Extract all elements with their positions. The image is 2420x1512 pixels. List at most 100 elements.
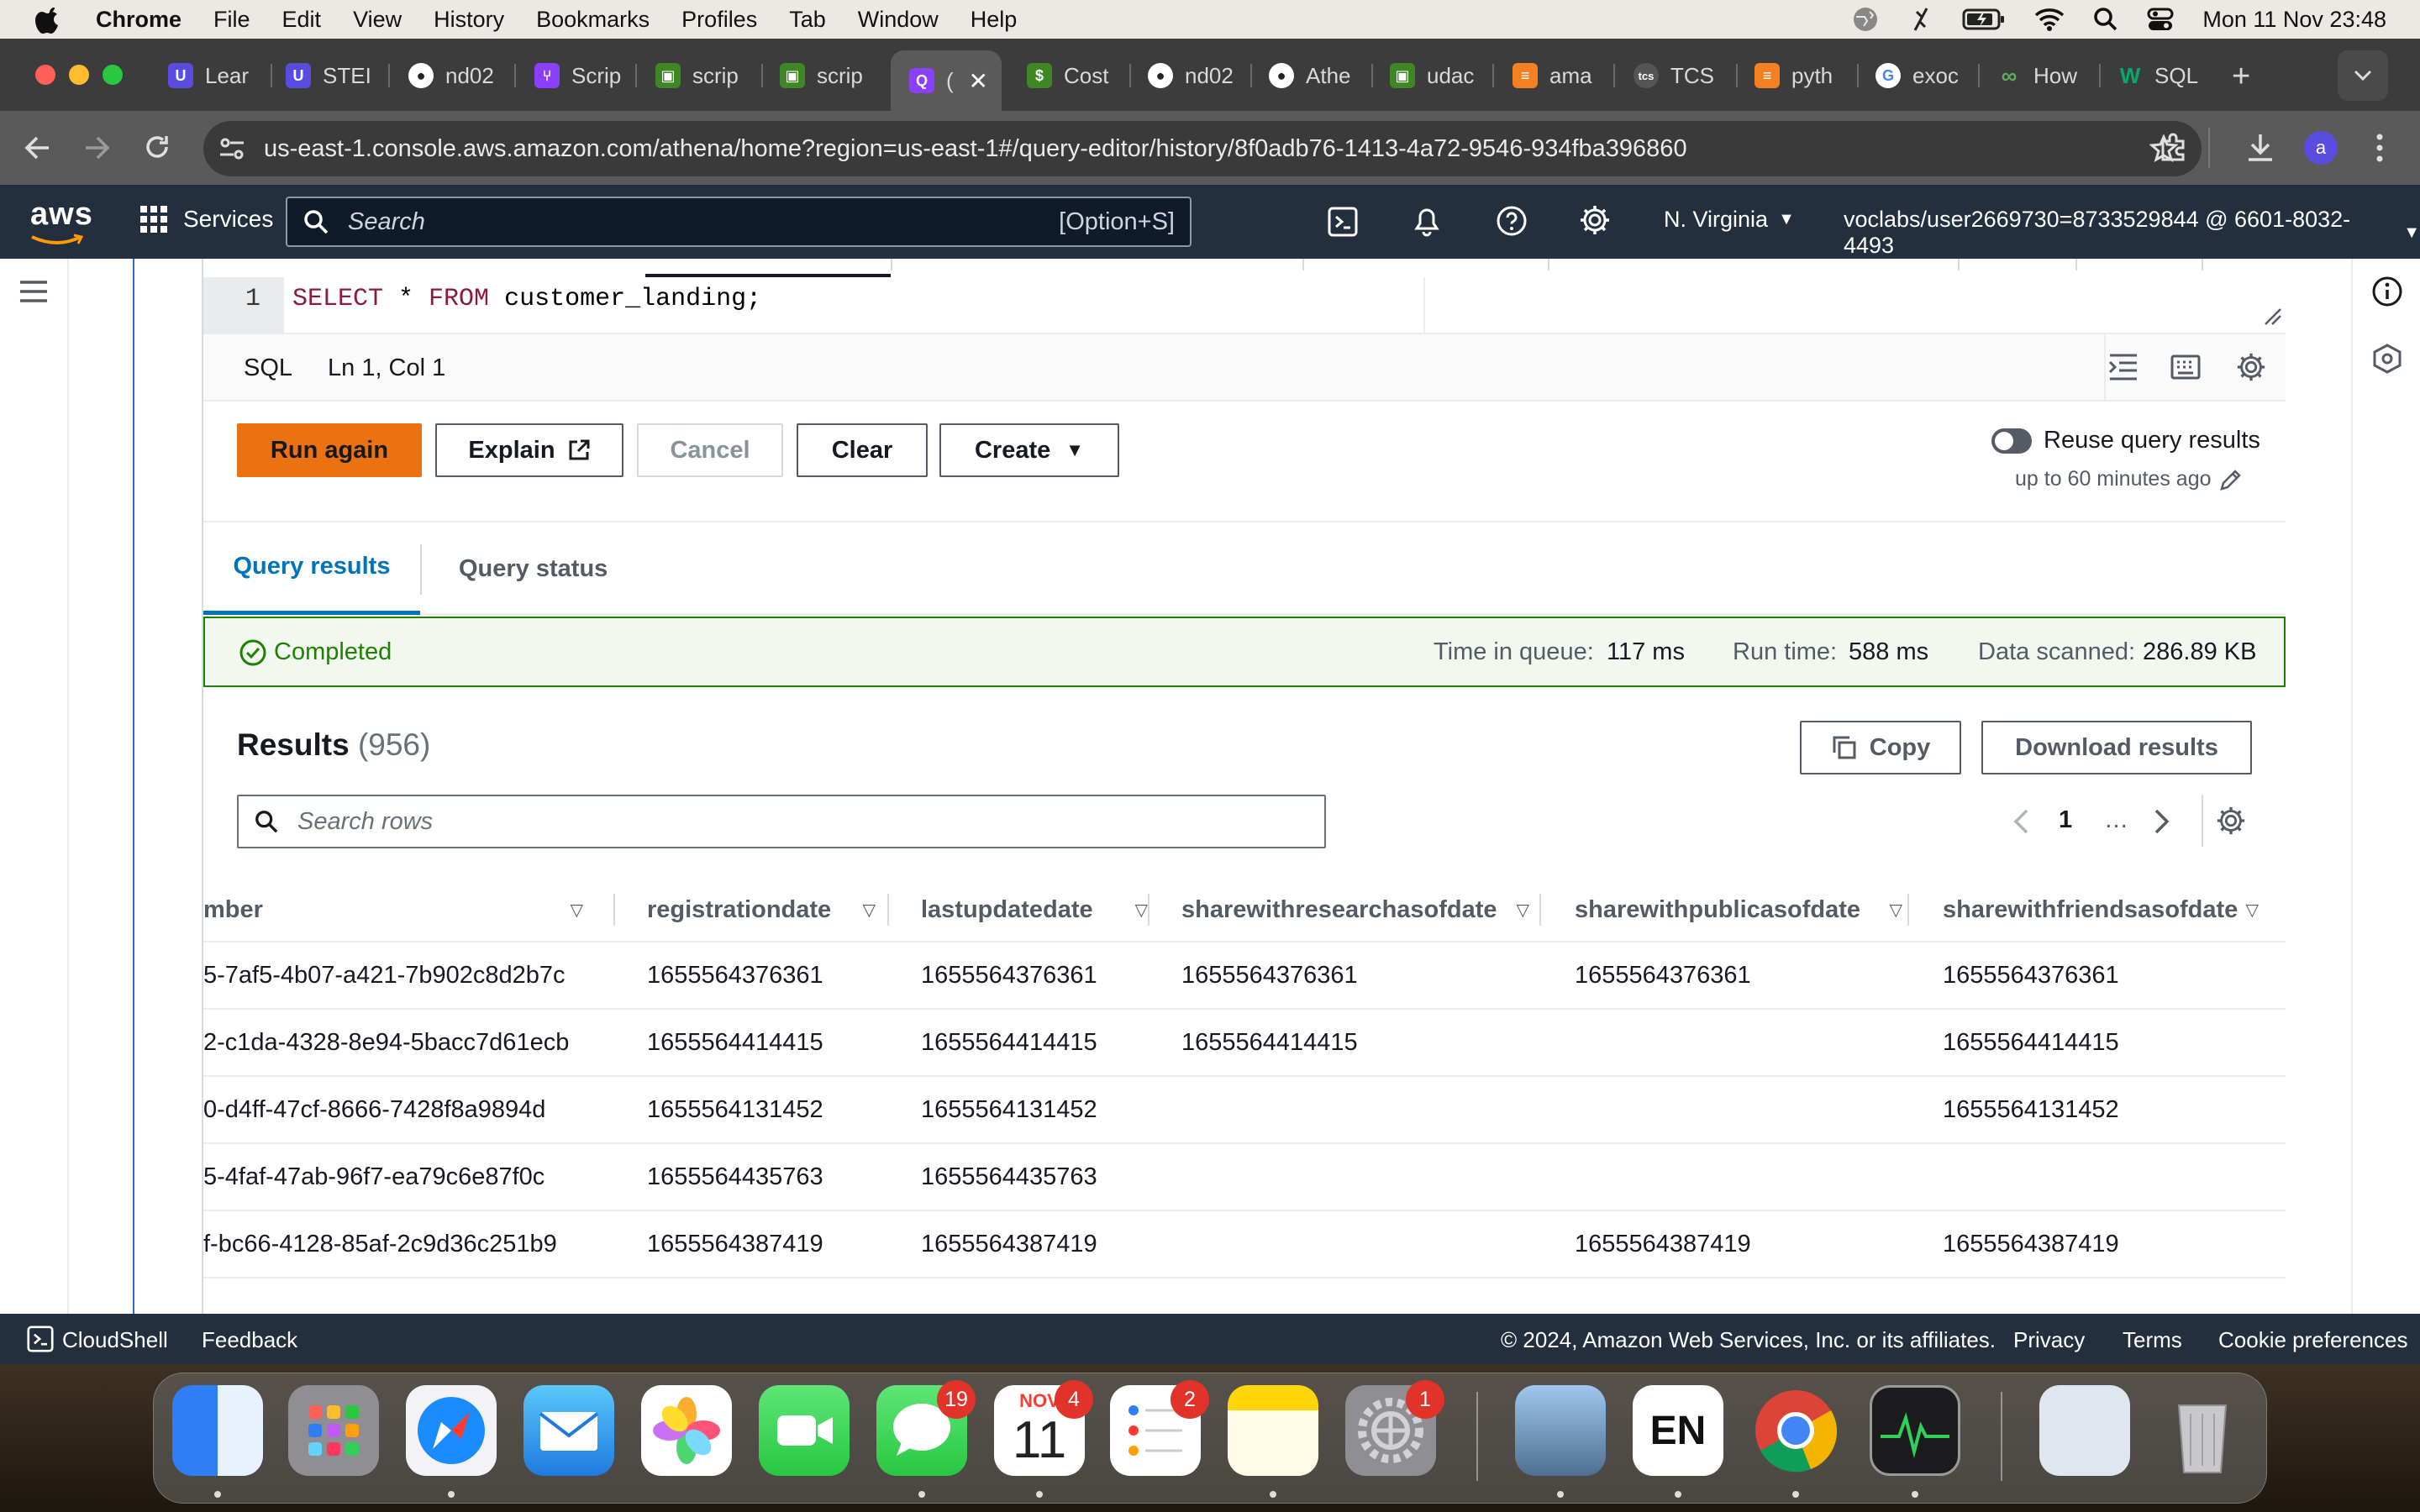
create-button[interactable]: Create ▼ [939,423,1119,477]
safari-icon[interactable] [406,1385,497,1476]
help-icon[interactable] [1496,205,1528,237]
menubar-clock[interactable]: Mon 11 Nov 23:48 [2202,7,2386,33]
feedback-icon[interactable] [2371,343,2403,375]
tab-search-button[interactable] [2338,50,2388,101]
download-results-button[interactable]: Download results [1981,721,2252,774]
spotlight-search-icon[interactable] [2093,7,2118,32]
cloudshell-icon[interactable] [27,1326,54,1352]
activity-monitor-icon[interactable] [1870,1385,1960,1476]
table-preferences-gear-icon[interactable] [2215,805,2247,837]
launchpad-icon[interactable] [288,1385,379,1476]
feedback-link[interactable]: Feedback [202,1327,297,1353]
address-bar[interactable]: us-east-1.console.aws.amazon.com/athena/… [203,121,2202,176]
browser-tab[interactable]: tcs TCS [1634,50,1724,101]
settings-gear-icon[interactable] [1578,203,1612,237]
facetime-icon[interactable] [759,1385,850,1476]
copy-button[interactable]: Copy [1800,721,1961,774]
column-header[interactable]: sharewithfriendsasofdate ▽ [1943,877,2284,942]
clear-button[interactable]: Clear [797,423,928,477]
run-again-button[interactable]: Run again [237,423,422,477]
new-tab-icon[interactable]: + [2232,59,2250,95]
browser-tab[interactable]: ∞ How [1996,50,2087,101]
reminders-icon[interactable]: 2 [1110,1380,1209,1476]
mail-icon[interactable] [523,1385,614,1476]
browser-tab[interactable]: ▣ scrip [780,50,871,101]
reload-icon[interactable] [143,133,171,161]
format-query-icon[interactable] [2107,351,2139,383]
menu-profiles[interactable]: Profiles [681,7,757,33]
sort-icon[interactable]: ▽ [1890,900,1902,921]
kebab-menu-icon[interactable] [2375,133,2385,163]
forward-arrow-icon[interactable] [82,134,111,161]
browser-tab[interactable]: ≡ pyth [1754,50,1845,101]
browser-tab-active[interactable]: Q(✕ [891,50,1002,111]
globe-icon[interactable] [1851,5,1880,34]
downloads-stack-icon[interactable] [2039,1385,2130,1476]
browser-tab[interactable]: W SQL [2118,50,2208,101]
keyboard-input-icon[interactable]: EN [1633,1385,1723,1476]
terms-link[interactable]: Terms [2123,1327,2182,1353]
window-minimize-button[interactable] [69,65,89,85]
airdrop-off-icon[interactable] [1908,5,1933,34]
column-header[interactable]: mber ▽ [203,877,608,942]
cloudshell-link[interactable]: CloudShell [62,1327,168,1353]
browser-tab[interactable]: ▣ udac [1390,50,1481,101]
explain-button[interactable]: Explain [435,423,623,477]
menu-view[interactable]: View [353,7,402,33]
cookie-preferences-link[interactable]: Cookie preferences [2218,1327,2407,1353]
download-icon[interactable] [2245,131,2275,163]
back-arrow-icon[interactable] [24,134,52,161]
services-menu[interactable]: Services [139,205,273,234]
tab-query-status[interactable]: Query status [459,522,608,615]
prev-page-icon[interactable] [2012,808,2030,835]
calendar-icon[interactable]: NOV 11 4 [994,1380,1093,1476]
apple-logo-icon[interactable] [34,3,62,36]
menu-history[interactable]: History [434,7,504,33]
search-rows-input[interactable]: Search rows [237,795,1326,848]
sql-editor[interactable]: 1 SELECT * FROM customer_landing; [203,277,2286,333]
browser-tab[interactable]: ● Athe [1269,50,1360,101]
menu-bookmarks[interactable]: Bookmarks [536,7,650,33]
menu-window[interactable]: Window [858,7,939,33]
column-header[interactable]: registrationdate ▽ [647,877,891,942]
cancel-button[interactable]: Cancel [637,423,783,477]
sql-code-line[interactable]: SELECT * FROM customer_landing; [292,277,761,321]
reuse-results-toggle[interactable] [1991,428,2032,454]
sort-icon[interactable]: ▽ [1135,900,1148,921]
browser-tab[interactable]: U STEI [286,50,376,101]
menu-file[interactable]: File [213,7,250,33]
column-header[interactable]: sharewithpublicasofdate ▽ [1575,877,1928,942]
finder-icon[interactable] [172,1385,263,1476]
resize-handle-icon[interactable] [2264,307,2282,326]
notifications-bell-icon[interactable] [1412,205,1442,237]
browser-tab[interactable]: $ Cost [1027,50,1118,101]
browser-tab[interactable]: ● nd02 [1148,50,1239,101]
site-info-icon[interactable] [218,136,245,161]
keyboard-shortcuts-icon[interactable] [2170,351,2202,383]
current-page[interactable]: 1 [2059,806,2072,834]
aws-search-input[interactable]: Search [Option+S] [286,197,1192,247]
privacy-link[interactable]: Privacy [2013,1327,2085,1353]
column-header[interactable]: sharewithresearchasofdate ▽ [1181,877,1555,942]
browser-tab[interactable]: ⑂ Scrip [534,50,625,101]
control-center-icon[interactable] [2147,7,2174,32]
region-selector[interactable]: N. Virginia ▼ [1664,207,1795,233]
browser-tab[interactable]: Gexoc [1876,50,1966,101]
sort-icon[interactable]: ▽ [2246,900,2259,921]
editor-settings-gear-icon[interactable] [2235,351,2267,383]
preview-icon[interactable] [1515,1385,1606,1476]
menu-app-name[interactable]: Chrome [96,7,182,33]
menu-help[interactable]: Help [971,7,1018,33]
window-zoom-button[interactable] [103,65,123,85]
cloudshell-icon[interactable] [1328,207,1358,237]
next-page-icon[interactable] [2153,808,2171,835]
sort-icon[interactable]: ▽ [1517,900,1529,921]
edit-pencil-icon[interactable] [2218,467,2244,492]
messages-icon[interactable]: 19 [876,1380,976,1476]
hamburger-menu-icon[interactable] [18,279,49,304]
wifi-icon[interactable] [2034,7,2065,32]
chrome-icon[interactable] [1750,1385,1841,1476]
sort-icon[interactable]: ▽ [863,900,876,921]
window-close-button[interactable] [35,65,55,85]
browser-tab[interactable]: ≡ ama [1512,50,1603,101]
